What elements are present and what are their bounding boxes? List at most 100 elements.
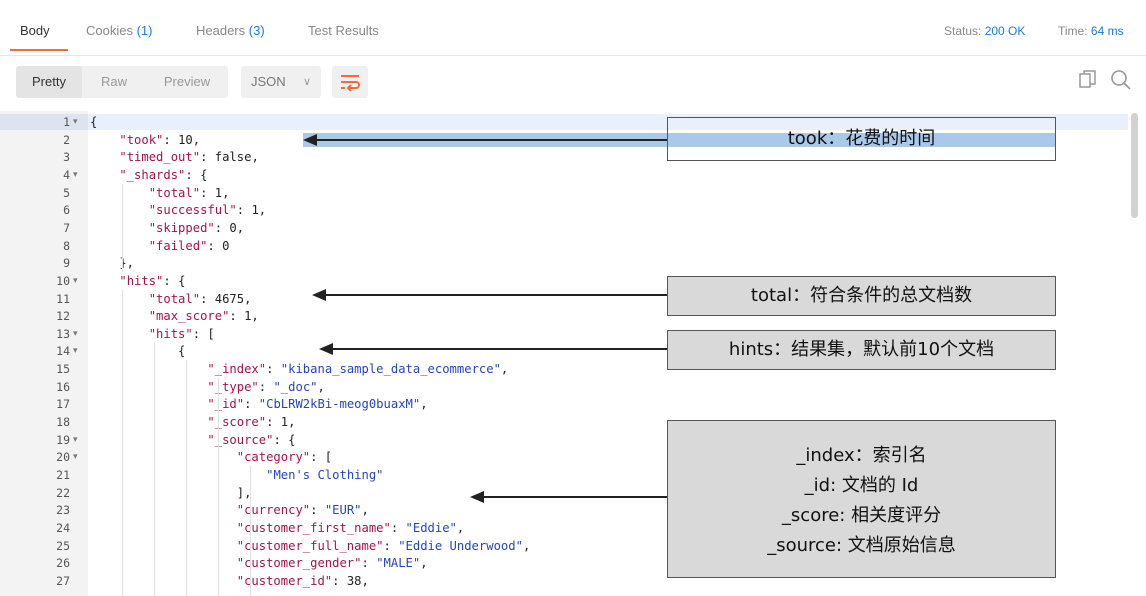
line-number: 12 (56, 309, 70, 324)
code-text: "category": [ (236, 450, 333, 465)
code-text: "customer_full_name": "Eddie Underwood", (236, 538, 531, 553)
code-text: { (90, 344, 186, 359)
code-text: "customer_first_name": "Eddie", (236, 520, 465, 535)
arrow-fields-head (470, 491, 484, 503)
note-field-id: _id: 文档的 Id (804, 475, 919, 496)
line-number: 8 (63, 238, 70, 253)
tab-headers[interactable]: Headers (3) (196, 23, 265, 38)
response-toolbar: Pretty Raw Preview JSON ∨ (0, 56, 1146, 106)
note-field-index: _index：索引名 (796, 445, 927, 466)
code-text: "hits": [ (148, 326, 215, 341)
line-number: 27 (56, 573, 70, 588)
fold-toggle-icon[interactable]: ▾ (73, 166, 78, 184)
indent-guide (122, 289, 123, 596)
tab-cookies-count: (1) (136, 23, 153, 38)
arrow-took (316, 139, 667, 141)
indent-guide (250, 466, 251, 596)
wrap-lines-button[interactable] (332, 66, 368, 98)
code-text: "max_score": 1, (148, 309, 259, 324)
note-took: took：花费的时间 (667, 117, 1056, 161)
line-number: 9 (63, 256, 70, 271)
code-text: "_shards": { (119, 167, 208, 182)
indent-guide (154, 342, 155, 596)
fold-toggle-icon[interactable]: ▾ (73, 325, 78, 343)
code-text: }, (90, 256, 135, 271)
wrap-lines-icon (341, 75, 360, 92)
time-value: 64 ms (1090, 24, 1124, 38)
arrow-total-head (312, 289, 326, 301)
code-text: "currency": "EUR", (236, 503, 369, 518)
arrow-fields (483, 496, 667, 498)
code-text: "_index": "kibana_sample_data_ecommerce"… (207, 362, 509, 377)
code-text: { (90, 115, 98, 129)
line-number: 7 (63, 220, 70, 235)
editor-scrollbar[interactable] (1131, 113, 1138, 218)
tab-headers-count: (3) (248, 23, 265, 38)
chevron-down-icon: ∨ (302, 76, 311, 88)
tab-body[interactable]: Body (20, 23, 50, 38)
code-text: "_score": 1, (207, 415, 296, 430)
code-text: "failed": 0 (148, 238, 230, 253)
fold-toggle-icon[interactable]: ▾ (73, 431, 78, 449)
status-value: 200 OK (984, 24, 1026, 38)
line-number: 23 (56, 503, 70, 518)
code-text: "total": 1, (148, 185, 230, 200)
tab-cookies[interactable]: Cookies (1) (86, 23, 152, 38)
format-select[interactable]: JSON ∨ (241, 66, 321, 98)
line-number: 4 (63, 167, 70, 182)
line-number: 3 (63, 150, 70, 165)
line-number: 2 (63, 132, 70, 147)
line-number: 11 (56, 291, 70, 306)
line-number: 17 (56, 397, 70, 412)
pretty-button[interactable]: Pretty (16, 66, 82, 98)
line-number: 22 (56, 485, 70, 500)
fold-toggle-icon[interactable]: ▾ (73, 342, 78, 360)
line-number: 26 (56, 556, 70, 571)
tab-body-label: Body (20, 23, 50, 38)
note-field-source: _source: 文档原始信息 (767, 535, 956, 556)
line-number: 5 (63, 185, 70, 200)
note-hits: hints：结果集，默认前10个文档 (667, 330, 1056, 370)
response-tabbar: Body Cookies (1) Headers (3) Test Result… (0, 0, 1146, 56)
line-number: 6 (63, 203, 70, 218)
code-text: "successful": 1, (148, 203, 267, 218)
indent-guide (122, 183, 123, 272)
code-text: "customer_gender": "MALE", (236, 556, 428, 571)
arrow-total (325, 294, 667, 296)
preview-button[interactable]: Preview (150, 66, 224, 98)
note-total-text: total：符合条件的总文档数 (750, 285, 973, 306)
code-text: ], (90, 485, 252, 500)
line-number: 16 (56, 379, 70, 394)
search-button[interactable] (1110, 69, 1132, 96)
tab-cookies-label: Cookies (86, 23, 133, 38)
code-text: "_source": { (207, 432, 296, 447)
fold-toggle-icon[interactable]: ▾ (73, 113, 78, 131)
indent-guide (218, 377, 219, 596)
tab-headers-label: Headers (196, 23, 246, 38)
line-number: 15 (56, 362, 70, 377)
line-number: 25 (56, 538, 70, 553)
tab-test-results[interactable]: Test Results (308, 23, 379, 38)
arrow-hits (332, 348, 667, 350)
line-number: 10 (56, 273, 70, 288)
line-number: 1 (63, 115, 70, 129)
fold-toggle-icon[interactable]: ▾ (73, 448, 78, 466)
code-text: "Men's Clothing" (266, 468, 384, 482)
arrow-hits-head (319, 343, 333, 355)
line-number: 18 (56, 415, 70, 430)
search-icon (1111, 70, 1131, 90)
code-text: "_type": "_doc", (207, 379, 325, 394)
status-readout: Status: 200 OK (944, 24, 1025, 38)
code-text: "took": 10, (119, 132, 201, 147)
view-mode-group: Pretty Raw Preview (16, 66, 228, 98)
line-number: 21 (56, 468, 70, 482)
line-number: 13 (56, 326, 70, 341)
note-hits-text: hints：结果集，默认前10个文档 (728, 339, 995, 360)
arrow-took-head (303, 134, 317, 146)
code-text: "_id": "CbLRW2kBi-meog0buaxM", (207, 397, 428, 412)
fold-toggle-icon[interactable]: ▾ (73, 272, 78, 290)
copy-button[interactable] (1078, 69, 1098, 94)
raw-button[interactable]: Raw (86, 66, 142, 98)
code-text: "total": 4675, (148, 291, 252, 306)
code-text: "customer_id": 38, (236, 573, 369, 588)
